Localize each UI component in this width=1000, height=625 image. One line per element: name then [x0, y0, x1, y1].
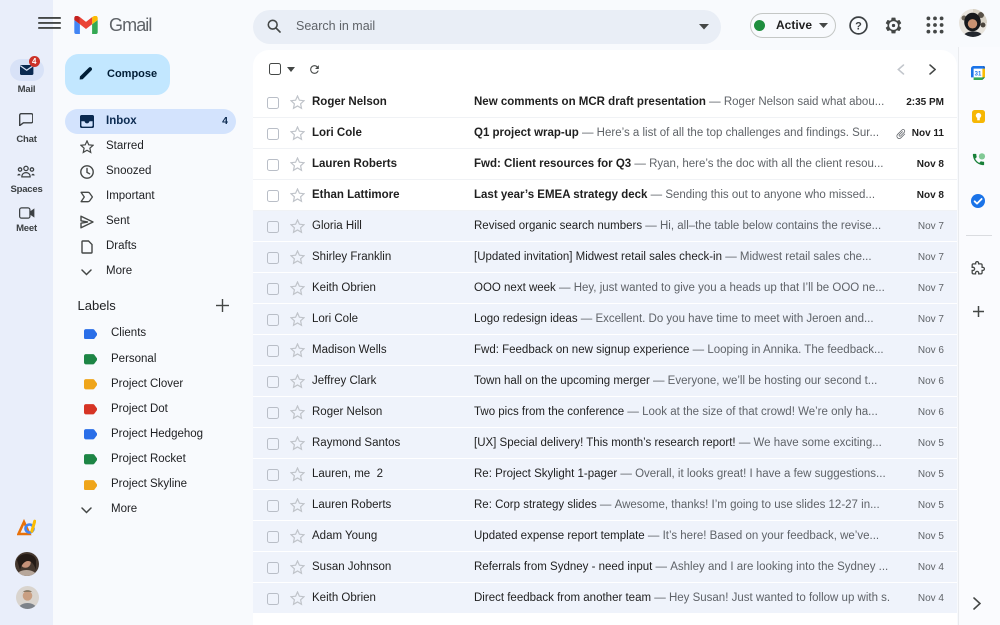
svg-text:31: 31	[975, 71, 982, 77]
svg-text:?: ?	[855, 20, 862, 32]
